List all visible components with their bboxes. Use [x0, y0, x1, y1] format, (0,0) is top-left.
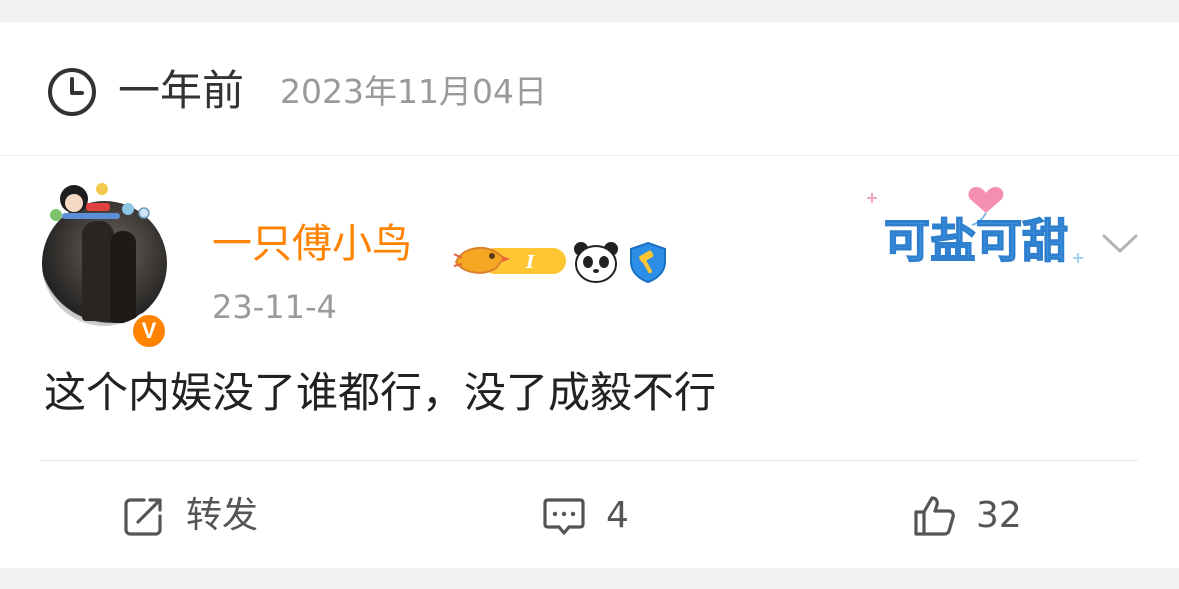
level-number: I — [525, 252, 535, 273]
panda-icon[interactable] — [572, 240, 620, 284]
bird-level-badge-icon[interactable]: I — [452, 238, 568, 284]
thumbs-up-icon — [914, 496, 955, 536]
verified-badge: V — [130, 312, 168, 350]
post-date: 23-11-4 — [212, 288, 337, 326]
sticker-text: 可盐可甜 — [884, 214, 1068, 268]
repost-button[interactable]: 转发 — [122, 488, 258, 544]
actions-divider — [40, 460, 1138, 461]
time-header: 一年前 2023年11月04日 — [0, 22, 1179, 155]
sticker-decoration: 可盐可甜 — [867, 186, 1083, 269]
comment-button[interactable]: 4 — [542, 488, 629, 544]
chevron-down-icon[interactable] — [1100, 228, 1140, 258]
top-separator — [0, 0, 1179, 22]
like-button[interactable]: 32 — [912, 488, 1022, 544]
avatar[interactable]: V — [38, 177, 178, 350]
comment-count: 4 — [606, 495, 629, 536]
time-ago-label: 一年前 — [118, 66, 245, 115]
like-count: 32 — [976, 495, 1022, 536]
repost-label: 转发 — [186, 495, 259, 536]
clock-icon — [48, 68, 96, 116]
comment-icon — [543, 498, 585, 535]
post-card: 一年前 2023年11月04日 V 一只傅小鸟 I 23-11-4 可盐可甜 这… — [0, 22, 1179, 568]
avatar-pendant-icon — [50, 183, 150, 221]
share-icon — [124, 498, 162, 536]
post-content: 这个内娱没了谁都行，没了成毅不行 — [44, 368, 717, 417]
author-name[interactable]: 一只傅小鸟 — [212, 219, 412, 269]
bottom-separator — [0, 568, 1179, 589]
time-date-label: 2023年11月04日 — [280, 72, 547, 111]
shield-hammer-icon[interactable] — [626, 240, 670, 284]
divider — [0, 155, 1179, 156]
